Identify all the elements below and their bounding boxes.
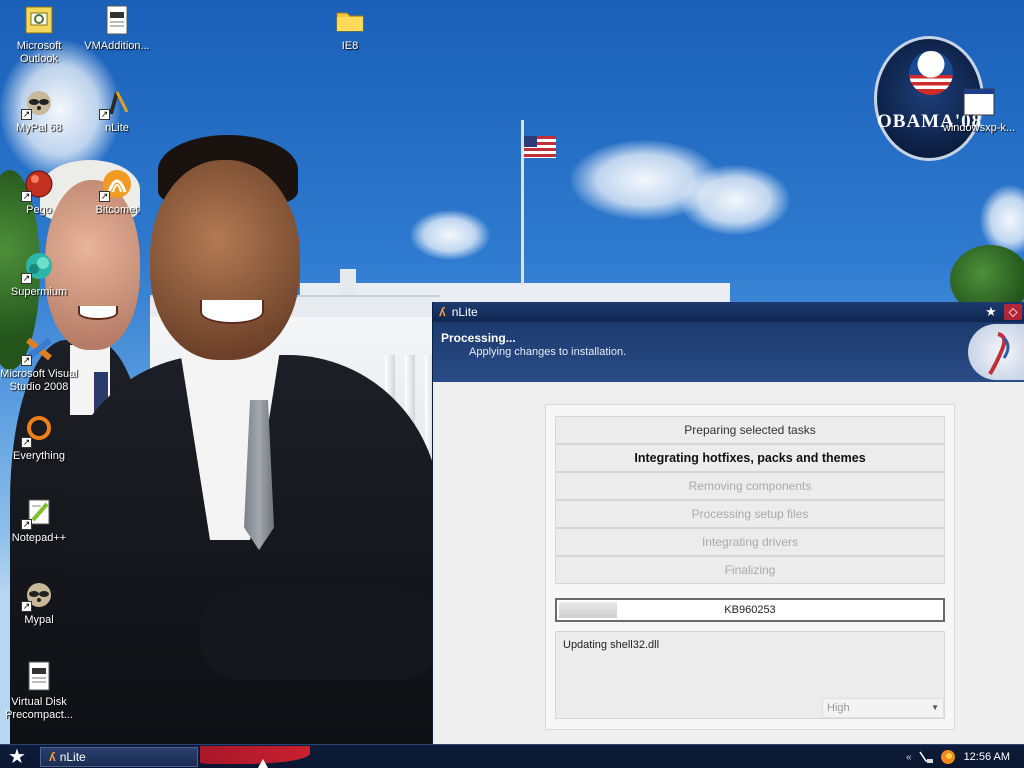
outlook-icon: [23, 4, 55, 36]
desktop-icon-virtual-disk-precompact[interactable]: Virtual Disk Precompact...: [0, 660, 78, 722]
desktop-icon-notepad-plus-plus[interactable]: ↗ Notepad++: [0, 496, 78, 545]
shortcut-arrow-icon: ↗: [21, 191, 32, 202]
step-removing-components: Removing components: [555, 472, 945, 500]
mouse-cursor-icon: [258, 759, 268, 768]
nlite-window[interactable]: ʎ nLite ★ ⬦ Processing... Applying chang…: [432, 302, 1024, 744]
desktop-icon-label: Everything: [13, 450, 65, 462]
desktop-icon-vmadditions[interactable]: VMAddition...: [78, 4, 156, 53]
nlite-icon: ʎ: [439, 305, 446, 319]
desktop-icon-label: Mypal: [24, 614, 54, 626]
log-box: Updating shell32.dll High ▼: [555, 631, 945, 719]
shortcut-arrow-icon: ↗: [21, 109, 32, 120]
progress-bar: KB960253: [555, 598, 945, 622]
step-preparing: Preparing selected tasks: [555, 416, 945, 444]
bitcomet-icon: ↗: [99, 168, 133, 202]
desktop-icon-supermium[interactable]: ↗ Supermium: [0, 250, 78, 299]
nlite-logo-icon: [968, 324, 1024, 380]
document-icon: [101, 4, 133, 36]
desktop-icon-label: Pego: [26, 204, 52, 216]
document-icon: [23, 660, 55, 692]
pego-icon: ↗: [21, 168, 55, 202]
desktop-icon-label: VMAddition...: [84, 40, 150, 52]
start-button[interactable]: ★: [6, 746, 28, 768]
us-flag: [524, 136, 556, 158]
desktop-icon-mypal68[interactable]: ↗ MyPal 68: [0, 86, 78, 135]
desktop-icon-everything[interactable]: ↗ Everything: [0, 414, 78, 463]
firefox-icon[interactable]: [940, 749, 956, 765]
desktop-icon-label: IE8: [341, 40, 359, 52]
shortcut-arrow-icon: ↗: [21, 355, 32, 366]
window-controls: ★ ⬦: [982, 304, 1024, 320]
desktop-icon-bitcomet[interactable]: ↗ Bitcomet: [78, 168, 156, 217]
cloud: [680, 165, 790, 235]
desktop-icon-label: MyPal 68: [16, 122, 62, 134]
raccoon-icon: ↗: [21, 578, 55, 612]
desktop-icon-pego[interactable]: ↗ Pego: [0, 168, 78, 217]
progress-panel: Preparing selected tasks Integrating hot…: [545, 404, 955, 730]
window-titlebar[interactable]: ʎ nLite ★ ⬦: [433, 302, 1024, 322]
desktop-icon-label: Virtual Disk Precompact...: [5, 696, 73, 721]
step-integrating-hotfixes: Integrating hotfixes, packs and themes: [555, 444, 945, 472]
progress-label: KB960253: [724, 604, 776, 616]
shortcut-arrow-icon: ↗: [21, 601, 32, 612]
taskbar-decoration: [200, 746, 310, 764]
shortcut-arrow-icon: ↗: [21, 519, 32, 530]
nlite-icon: ↗: [99, 86, 133, 120]
raccoon-icon: ↗: [21, 86, 55, 120]
desktop-icon-visual-studio[interactable]: ↗ Microsoft Visual Studio 2008: [0, 332, 78, 394]
face: [150, 160, 300, 360]
banner-title: Processing...: [441, 331, 516, 345]
shortcut-arrow-icon: ↗: [21, 273, 32, 284]
desktop-icon-label: Notepad++: [11, 532, 67, 544]
cloud: [410, 210, 490, 260]
window-title: nLite: [451, 305, 478, 319]
banner-subtitle: Applying changes to installation.: [469, 346, 627, 358]
window-banner: Processing... Applying changes to instal…: [433, 322, 1024, 382]
step-integrating-drivers: Integrating drivers: [555, 528, 945, 556]
step-processing-setup-files: Processing setup files: [555, 500, 945, 528]
desktop-icon-outlook[interactable]: Microsoft Outlook: [0, 4, 78, 66]
taskbar: ★ ʎ nLite « 12:56 AM: [0, 744, 1024, 768]
folder-icon: [334, 4, 366, 36]
log-text: Updating shell32.dll: [563, 639, 660, 651]
window-content: Preparing selected tasks Integrating hot…: [433, 382, 1024, 744]
chimney: [340, 269, 356, 297]
nlite-icon: ʎ: [49, 750, 56, 764]
supermium-icon: ↗: [21, 250, 55, 284]
star-icon[interactable]: ★: [982, 304, 1000, 320]
notepad-plus-plus-icon: ↗: [21, 496, 55, 530]
step-finalizing: Finalizing: [555, 556, 945, 584]
desktop-icon-label: Microsoft Outlook: [16, 40, 62, 65]
network-icon[interactable]: [918, 749, 934, 765]
desktop-icon-mypal[interactable]: ↗ Mypal: [0, 578, 78, 627]
priority-value: High: [827, 702, 850, 714]
desktop-icon-label: Supermium: [10, 286, 68, 298]
smile: [78, 306, 118, 320]
desktop-icon-label: windowsxp-k...: [942, 122, 1016, 134]
visual-studio-icon: ↗: [21, 332, 55, 366]
desktop-icon-ie8[interactable]: IE8: [311, 4, 389, 53]
window-icon: [963, 86, 995, 118]
shortcut-arrow-icon: ↗: [21, 437, 32, 448]
desktop-icon-label: Microsoft Visual Studio 2008: [0, 368, 78, 393]
desktop-icon-label: nLite: [105, 122, 129, 134]
desktop-icon-label: Bitcomet: [95, 204, 139, 216]
crossed-arms: [200, 590, 440, 680]
shortcut-arrow-icon: ↗: [99, 109, 110, 120]
desktop-icon-nlite[interactable]: ↗ nLite: [78, 86, 156, 135]
dropdown-arrow-icon: ▼: [931, 703, 939, 712]
taskbar-button-label: nLite: [59, 750, 86, 764]
everything-icon: ↗: [21, 414, 55, 448]
desktop-icon-windowsxp-update[interactable]: windowsxp-k...: [934, 86, 1024, 135]
smile: [200, 300, 264, 324]
close-button[interactable]: ⬦: [1004, 304, 1022, 320]
taskbar-button-nlite[interactable]: ʎ nLite: [40, 747, 198, 767]
priority-select[interactable]: High ▼: [822, 698, 944, 718]
clock[interactable]: 12:56 AM: [964, 751, 1010, 763]
shortcut-arrow-icon: ↗: [99, 191, 110, 202]
system-tray: « 12:56 AM: [900, 745, 1024, 768]
tray-expand-button[interactable]: «: [906, 752, 912, 763]
